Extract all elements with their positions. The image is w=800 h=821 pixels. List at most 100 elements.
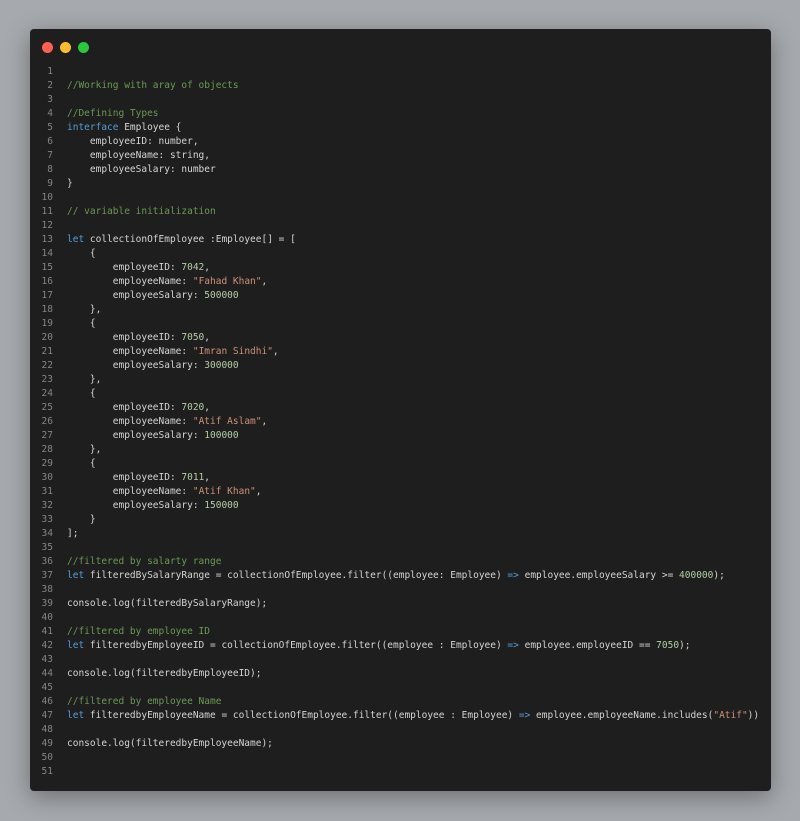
line-content: employeeName: "Atif Khan", bbox=[53, 485, 262, 499]
code-line: 50 bbox=[30, 751, 771, 765]
line-content: let filteredbyEmployeeName = collectionO… bbox=[53, 709, 759, 723]
code-line: 29 { bbox=[30, 457, 771, 471]
maximize-button[interactable] bbox=[78, 42, 89, 53]
number-token: 7050 bbox=[656, 640, 680, 651]
line-number: 17 bbox=[41, 290, 53, 301]
code-editor[interactable]: 1 2//Working with aray of objects 3 4//Defi… bbox=[30, 65, 771, 779]
line-content: employeeID: number, bbox=[53, 135, 199, 149]
code-line: 39 console.log(filteredBySalaryRange); bbox=[30, 597, 771, 611]
code-line: 46 //filtered by employee Name bbox=[30, 695, 771, 709]
code-line: 20 employeeID: 7050, bbox=[30, 331, 771, 345]
line-number: 41 bbox=[41, 626, 53, 637]
line-number: 46 bbox=[41, 696, 53, 707]
code-line: 4 //Defining Types bbox=[30, 107, 771, 121]
line-number: 37 bbox=[41, 570, 53, 581]
comment-token: //filtered by employee Name bbox=[67, 696, 222, 707]
code-text: , bbox=[261, 416, 268, 427]
comment-token: // variable initialization bbox=[67, 206, 216, 217]
string-token: "Atif" bbox=[713, 710, 748, 721]
code-line: 35 bbox=[30, 541, 771, 555]
line-content: employeeName: "Atif Aslam", bbox=[53, 415, 267, 429]
code-line: 11 // variable initialization bbox=[30, 205, 771, 219]
code-line: 6 employeeID: number, bbox=[30, 135, 771, 149]
code-line: 43 bbox=[30, 653, 771, 667]
code-text: console.log(filteredBySalaryRange); bbox=[67, 598, 268, 609]
code-line: 33 } bbox=[30, 513, 771, 527]
line-content: employeeID: 7050, bbox=[53, 331, 210, 345]
code-text: )) bbox=[747, 710, 760, 721]
string-token: "Atif Aslam" bbox=[192, 416, 262, 427]
line-number: 50 bbox=[41, 752, 53, 763]
window-controls bbox=[42, 42, 89, 53]
line-number: 26 bbox=[41, 416, 53, 427]
code-line: 12 bbox=[30, 219, 771, 233]
line-number: 16 bbox=[41, 276, 53, 287]
code-line: 34]; bbox=[30, 527, 771, 541]
keyword-token: interface bbox=[67, 122, 119, 133]
line-number: 3 bbox=[47, 94, 53, 105]
number-token: 150000 bbox=[204, 500, 239, 511]
code-line: 17 employeeSalary: 500000 bbox=[30, 289, 771, 303]
line-number: 19 bbox=[41, 318, 53, 329]
line-content bbox=[53, 765, 67, 779]
line-number: 22 bbox=[41, 360, 53, 371]
line-content: }, bbox=[53, 443, 101, 457]
close-button[interactable] bbox=[42, 42, 53, 53]
code-line: 37 let filteredBySalaryRange = collection… bbox=[30, 569, 771, 583]
comment-token: //filtered by employee ID bbox=[67, 626, 210, 637]
line-content bbox=[53, 611, 67, 625]
code-text: employeeID: number, bbox=[67, 136, 199, 147]
code-window: 1 2//Working with aray of objects 3 4//Defi… bbox=[30, 29, 771, 791]
line-number: 30 bbox=[41, 472, 53, 483]
code-line: 40 bbox=[30, 611, 771, 625]
code-line: 24 { bbox=[30, 387, 771, 401]
line-content: { bbox=[53, 457, 96, 471]
code-text: , bbox=[204, 402, 211, 413]
code-text: }, bbox=[67, 444, 102, 455]
line-number: 35 bbox=[41, 542, 53, 553]
code-text: }, bbox=[67, 304, 102, 315]
line-content: { bbox=[53, 247, 96, 261]
code-text: employee.employeeSalary >= bbox=[518, 570, 680, 581]
code-line: 28 }, bbox=[30, 443, 771, 457]
code-line: 48 bbox=[30, 723, 771, 737]
code-text: } bbox=[67, 178, 73, 189]
string-token: "Atif Khan" bbox=[192, 486, 256, 497]
line-content bbox=[53, 65, 67, 79]
code-text: employeeName: bbox=[67, 486, 193, 497]
line-content: // variable initialization bbox=[53, 205, 216, 219]
code-line: 15 employeeID: 7042, bbox=[30, 261, 771, 275]
code-text: employee.employeeID == bbox=[518, 640, 657, 651]
code-line: 36 //filtered by salarty range bbox=[30, 555, 771, 569]
code-text: employeeSalary: bbox=[67, 430, 205, 441]
code-text: , bbox=[255, 486, 262, 497]
line-content: employeeSalary: number bbox=[53, 163, 216, 177]
code-text: employeeID: bbox=[67, 262, 182, 273]
line-number: 40 bbox=[41, 612, 53, 623]
code-text: employeeName: bbox=[67, 416, 193, 427]
code-line: 8 employeeSalary: number bbox=[30, 163, 771, 177]
minimize-button[interactable] bbox=[60, 42, 71, 53]
code-text: ); bbox=[679, 640, 691, 651]
line-content: //filtered by employee Name bbox=[53, 695, 221, 709]
code-text: ]; bbox=[67, 528, 79, 539]
line-number: 25 bbox=[41, 402, 53, 413]
line-content: employeeID: 7020, bbox=[53, 401, 210, 415]
code-line: 7 employeeName: string, bbox=[30, 149, 771, 163]
line-number: 24 bbox=[41, 388, 53, 399]
keyword-token: => bbox=[518, 710, 531, 721]
code-line: 19 { bbox=[30, 317, 771, 331]
code-text: employeeID: bbox=[67, 402, 182, 413]
line-number: 45 bbox=[41, 682, 53, 693]
line-content bbox=[53, 681, 67, 695]
line-content bbox=[53, 751, 67, 765]
code-line: 21 employeeName: "Imran Sindhi", bbox=[30, 345, 771, 359]
line-number: 49 bbox=[41, 738, 53, 749]
line-number: 47 bbox=[41, 710, 53, 721]
line-number: 44 bbox=[41, 668, 53, 679]
code-text: { bbox=[67, 458, 96, 469]
line-number: 32 bbox=[41, 500, 53, 511]
line-content bbox=[53, 723, 67, 737]
line-number: 15 bbox=[41, 262, 53, 273]
line-content: let collectionOfEmployee :Employee[] = [ bbox=[53, 233, 296, 247]
